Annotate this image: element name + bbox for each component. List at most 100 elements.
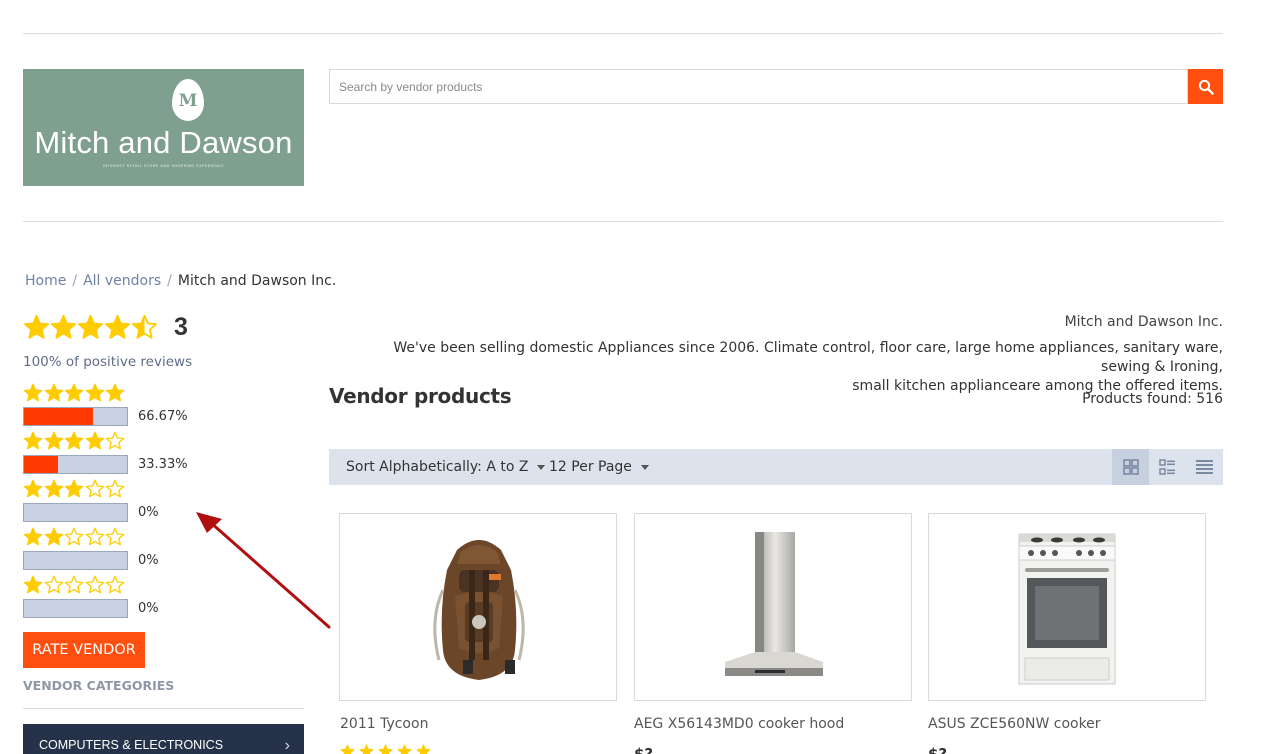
caret-down-icon	[537, 464, 546, 470]
rating-percent: 0%	[138, 601, 159, 616]
rating-breakdown-row[interactable]: 0%	[23, 575, 223, 618]
star-icon	[64, 383, 84, 402]
grid-view-icon	[1122, 459, 1139, 475]
star-icon	[64, 575, 84, 594]
vendor-products-title: Vendor products	[329, 384, 512, 408]
header-divider	[23, 221, 1223, 222]
star-icon	[105, 527, 125, 546]
average-rating: 3	[23, 313, 188, 342]
logo-initial: M	[172, 79, 204, 121]
star-icon	[23, 383, 43, 402]
star-icon	[85, 527, 104, 546]
top-divider	[23, 33, 1223, 34]
star-icon	[105, 383, 125, 402]
star-icon	[23, 575, 43, 594]
star-icon	[24, 314, 49, 339]
star-icon	[105, 431, 125, 450]
vendor-description-line: We've been selling domestic Appliances s…	[393, 340, 1223, 375]
breakdown-stars	[23, 527, 223, 547]
positive-reviews: 100% of positive reviews	[23, 354, 193, 370]
sort-dropdown[interactable]: Sort Alphabetically: A to Z	[346, 449, 546, 485]
search-button[interactable]	[1188, 69, 1223, 104]
star-icon	[85, 431, 104, 450]
logo-tagline: INTERNET RETAIL STORE AND SHOPPING EXPER…	[102, 164, 225, 168]
star-icon	[397, 744, 412, 754]
categories-divider	[23, 708, 304, 709]
per-page-label: 12 Per Page	[549, 459, 632, 475]
product-card-image[interactable]	[634, 513, 912, 701]
rating-breakdown-row[interactable]: 33.33%	[23, 431, 223, 474]
product-price: $?	[634, 745, 654, 754]
star-icon	[85, 575, 104, 594]
breadcrumb-home[interactable]: Home	[25, 273, 66, 289]
star-icon	[44, 527, 63, 546]
compact-list-icon	[1196, 460, 1213, 474]
vendor-logo[interactable]: M Mitch and Dawson INTERNET RETAIL STORE…	[23, 69, 304, 186]
rating-progress-bar	[23, 599, 128, 618]
product-card-image[interactable]	[928, 513, 1206, 701]
star-icon	[44, 431, 63, 450]
star-icon	[85, 479, 104, 498]
cooker-hood-image	[725, 532, 823, 676]
breakdown-stars	[23, 575, 223, 595]
star-icon	[44, 383, 63, 402]
product-card-image[interactable]	[339, 513, 617, 701]
search-icon	[1198, 79, 1214, 95]
category-label: COMPUTERS & ELECTRONICS	[39, 738, 224, 752]
star-icon	[105, 479, 125, 498]
chevron-right-icon: ›	[284, 737, 290, 754]
rating-progress-bar	[23, 455, 128, 474]
star-icon	[23, 431, 43, 450]
rating-percent: 0%	[138, 505, 159, 520]
products-found: Products found: 516	[1082, 391, 1223, 407]
breakdown-stars	[23, 479, 223, 499]
product-rating-stars	[340, 744, 435, 754]
rating-breakdown-row[interactable]: 0%	[23, 479, 223, 522]
backpack-image	[433, 540, 525, 680]
rating-breakdown-row[interactable]: 66.67%	[23, 383, 223, 426]
breadcrumb-current: Mitch and Dawson Inc.	[177, 273, 337, 289]
star-icon	[378, 744, 393, 754]
rating-breakdown-row[interactable]: 0%	[23, 527, 223, 570]
vendor-name: Mitch and Dawson Inc.	[1064, 314, 1223, 330]
list-view-button[interactable]	[1149, 449, 1186, 485]
star-icon	[340, 744, 355, 754]
rate-vendor-button[interactable]: RATE VENDOR	[23, 632, 145, 668]
rating-progress-fill	[24, 408, 93, 425]
average-rating-stars	[23, 314, 158, 341]
star-icon	[78, 314, 103, 339]
electric-cooker-image	[1018, 533, 1116, 685]
star-icon	[64, 431, 84, 450]
category-item-computers-electronics[interactable]: COMPUTERS & ELECTRONICS ›	[23, 724, 304, 754]
rating-progress-bar	[23, 551, 128, 570]
grid-view-button[interactable]	[1112, 449, 1149, 485]
breadcrumb-separator: /	[72, 273, 78, 289]
per-page-dropdown[interactable]: 12 Per Page	[549, 449, 649, 485]
products-toolbar: Sort Alphabetically: A to Z 12 Per Page	[329, 449, 1223, 485]
breadcrumb-all-vendors[interactable]: All vendors	[83, 273, 161, 289]
star-icon	[44, 479, 63, 498]
product-title-link[interactable]: AEG X56143MD0 cooker hood	[634, 716, 844, 732]
star-icon	[44, 575, 63, 594]
logo-brand: Mitch and Dawson	[34, 125, 293, 160]
rating-percent: 66.67%	[138, 409, 188, 424]
star-icon	[132, 314, 157, 339]
rating-progress-bar	[23, 503, 128, 522]
sort-label: Sort Alphabetically: A to Z	[346, 459, 529, 475]
rating-count[interactable]: 3	[174, 313, 188, 342]
search-input[interactable]	[329, 69, 1188, 104]
list-view-icon	[1159, 459, 1175, 475]
star-icon	[64, 527, 84, 546]
star-icon	[51, 314, 76, 339]
breadcrumb: Home / All vendors / Mitch and Dawson Inc.	[25, 273, 336, 289]
product-price: $?	[928, 745, 948, 754]
product-title-link[interactable]: 2011 Tycoon	[340, 716, 428, 732]
star-icon	[64, 479, 84, 498]
star-icon	[23, 479, 43, 498]
rating-progress-fill	[24, 456, 59, 473]
star-icon	[85, 383, 104, 402]
product-title-link[interactable]: ASUS ZCE560NW cooker	[928, 716, 1101, 732]
star-icon	[416, 744, 431, 754]
vendor-categories-title: VENDOR CATEGORIES	[23, 678, 175, 693]
compact-list-view-button[interactable]	[1186, 449, 1223, 485]
